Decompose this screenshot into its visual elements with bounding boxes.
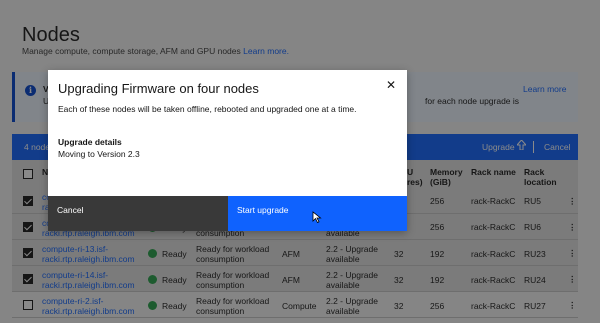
close-icon[interactable]: ✕ <box>386 78 396 92</box>
modal-body-text: Each of these nodes will be taken offlin… <box>58 104 357 114</box>
mouse-pointer-icon <box>312 211 322 223</box>
cancel-button[interactable]: Cancel <box>48 196 228 231</box>
modal-title: Upgrading Firmware on four nodes <box>58 81 259 96</box>
upgrade-details-title: Upgrade details <box>58 137 122 147</box>
upgrade-firmware-modal: Upgrading Firmware on four nodes ✕ Each … <box>48 70 407 231</box>
upgrade-details-text: Moving to Version 2.3 <box>58 149 140 159</box>
